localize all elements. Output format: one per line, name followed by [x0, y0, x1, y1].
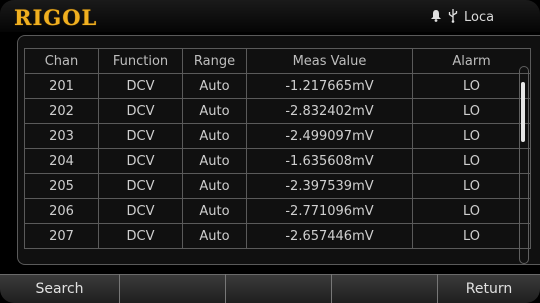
cell-function: DCV	[98, 73, 183, 99]
cell-chan: 207	[24, 223, 99, 249]
cell-chan: 205	[24, 173, 99, 199]
status-indicators: Loca	[430, 8, 540, 26]
cell-alarm: LO	[412, 73, 531, 99]
usb-icon	[448, 8, 458, 26]
cell-function: DCV	[98, 123, 183, 149]
cell-range: Auto	[182, 198, 247, 224]
cell-chan: 204	[24, 148, 99, 174]
brand-logo: RIGOL	[14, 5, 98, 30]
bell-icon	[430, 9, 442, 26]
table-row[interactable]: 206 DCV Auto -2.771096mV LO	[24, 198, 531, 224]
table-row[interactable]: 207 DCV Auto -2.657446mV LO	[24, 223, 531, 249]
cell-meas-value: -2.499097mV	[246, 123, 413, 149]
instrument-screen: RIGOL Loca Chan Function Range Meas Valu…	[0, 0, 540, 303]
softkey-return[interactable]: Return	[438, 274, 540, 303]
cell-range: Auto	[182, 123, 247, 149]
table-row[interactable]: 202 DCV Auto -2.832402mV LO	[24, 98, 531, 124]
remote-mode-label: Loca	[464, 9, 495, 25]
column-header-function: Function	[98, 48, 183, 74]
table-row[interactable]: 203 DCV Auto -2.499097mV LO	[24, 123, 531, 149]
cell-range: Auto	[182, 148, 247, 174]
cell-meas-value: -2.397539mV	[246, 173, 413, 199]
cell-function: DCV	[98, 223, 183, 249]
cell-range: Auto	[182, 98, 247, 124]
cell-alarm: LO	[412, 123, 531, 149]
column-header-alarm: Alarm	[412, 48, 531, 74]
cell-alarm: LO	[412, 173, 531, 199]
cell-alarm: LO	[412, 223, 531, 249]
cell-function: DCV	[98, 173, 183, 199]
column-header-meas-value: Meas Value	[246, 48, 413, 74]
cell-meas-value: -2.832402mV	[246, 98, 413, 124]
column-header-range: Range	[182, 48, 247, 74]
cell-meas-value: -2.657446mV	[246, 223, 413, 249]
table-row[interactable]: 204 DCV Auto -1.635608mV LO	[24, 148, 531, 174]
cell-alarm: LO	[412, 148, 531, 174]
table-row[interactable]: 201 DCV Auto -1.217665mV LO	[24, 73, 531, 99]
cell-function: DCV	[98, 148, 183, 174]
cell-range: Auto	[182, 223, 247, 249]
softkey-search[interactable]: Search	[0, 274, 120, 303]
cell-function: DCV	[98, 98, 183, 124]
table-row[interactable]: 205 DCV Auto -2.397539mV LO	[24, 173, 531, 199]
cell-range: Auto	[182, 73, 247, 99]
softkey-3[interactable]	[226, 274, 332, 303]
column-header-chan: Chan	[24, 48, 99, 74]
status-bar: RIGOL Loca	[0, 0, 540, 32]
cell-meas-value: -1.217665mV	[246, 73, 413, 99]
cell-range: Auto	[182, 173, 247, 199]
cell-meas-value: -1.635608mV	[246, 148, 413, 174]
cell-chan: 206	[24, 198, 99, 224]
table-header-row: Chan Function Range Meas Value Alarm	[24, 48, 531, 74]
cell-chan: 202	[24, 98, 99, 124]
channel-table: Chan Function Range Meas Value Alarm 201…	[24, 48, 531, 249]
cell-alarm: LO	[412, 198, 531, 224]
cell-chan: 203	[24, 123, 99, 149]
cell-chan: 201	[24, 73, 99, 99]
scrollbar-thumb[interactable]	[521, 82, 525, 142]
softkey-4[interactable]	[332, 274, 438, 303]
softkey-2[interactable]	[120, 274, 226, 303]
cell-meas-value: -2.771096mV	[246, 198, 413, 224]
cell-alarm: LO	[412, 98, 531, 124]
cell-function: DCV	[98, 198, 183, 224]
